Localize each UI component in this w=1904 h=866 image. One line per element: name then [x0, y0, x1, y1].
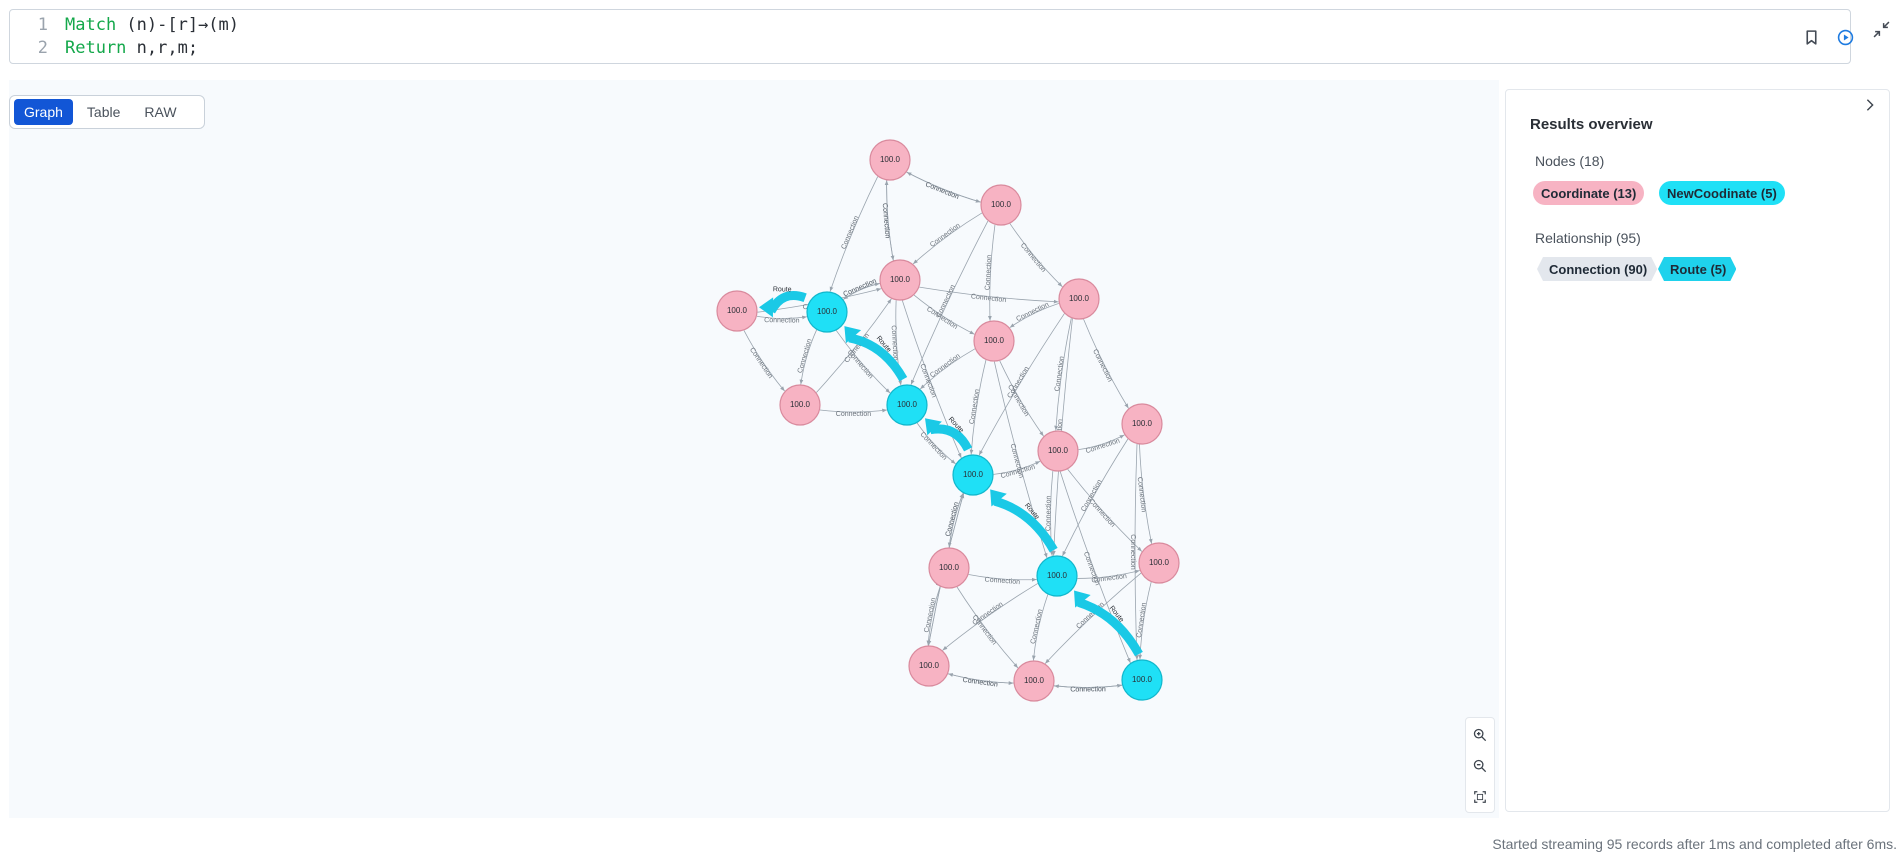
coordinate-node[interactable]: 100.0: [973, 320, 1015, 362]
route-arrowhead: [759, 297, 774, 318]
connection-edge-label: Connection: [1091, 348, 1113, 383]
coordinate-node[interactable]: 100.0: [928, 547, 970, 589]
node-caption: 100.0: [1132, 419, 1153, 428]
coordinate-node[interactable]: 100.0: [869, 139, 911, 181]
connection-edge-label: Connection: [840, 215, 860, 250]
status-message: Started streaming 95 records after 1ms a…: [1492, 836, 1897, 852]
coordinate-node[interactable]: 100.0: [980, 184, 1022, 226]
connection-edge-label: Connection: [945, 501, 961, 537]
coordinate-node[interactable]: 100.0: [908, 645, 950, 687]
connection-edge-label: Connection: [836, 411, 872, 418]
connection-edge-label: Connection: [929, 353, 962, 380]
connection-type-chip[interactable]: Connection (90): [1537, 257, 1657, 281]
chevron-right-icon[interactable]: [1860, 95, 1880, 115]
newcoodinate-node[interactable]: 100.0: [952, 454, 994, 496]
connection-edge-label: Connection: [1045, 496, 1052, 532]
zoom-in-icon[interactable]: [1466, 720, 1494, 750]
coordinate-node[interactable]: 100.0: [1013, 660, 1055, 702]
connection-edge-label: Connection: [962, 677, 998, 689]
coordinate-node[interactable]: 100.0: [1121, 403, 1163, 445]
coordinate-node[interactable]: 100.0: [1138, 542, 1180, 584]
coordinate-node[interactable]: 100.0: [779, 384, 821, 426]
connection-edge-label: Connection: [1054, 356, 1066, 392]
connection-edge-label: Connection: [1085, 438, 1121, 456]
node-caption: 100.0: [919, 661, 940, 670]
graph-visualization[interactable]: Connection Connection Connection Connection…: [0, 0, 1500, 820]
tab-raw[interactable]: RAW: [134, 99, 186, 125]
connection-edge-label: Connection: [969, 389, 981, 425]
view-switcher[interactable]: Graph Table RAW: [9, 95, 205, 129]
node-caption: 100.0: [1149, 558, 1170, 567]
fit-icon[interactable]: [1466, 782, 1494, 812]
connection-edge[interactable]: [912, 212, 983, 265]
node-caption: 100.0: [1024, 676, 1045, 685]
connection-edge-label: Connection: [924, 181, 960, 201]
zoom-out-icon[interactable]: [1466, 751, 1494, 781]
node-caption: 100.0: [897, 400, 918, 409]
connection-edge-label: Connection: [764, 317, 800, 324]
collapse-icon[interactable]: [1866, 14, 1896, 44]
connection-edge-label: Connection: [842, 278, 877, 299]
connection-edge-label: Connection: [984, 577, 1020, 587]
node-caption: 100.0: [984, 336, 1005, 345]
run-icon[interactable]: [1830, 22, 1860, 52]
connection-edge-label: Connection: [881, 203, 891, 239]
coordinate-node[interactable]: 100.0: [879, 259, 921, 301]
connection-edge-label: Connection: [1030, 609, 1044, 645]
newcoodinate-node[interactable]: 100.0: [1036, 555, 1078, 597]
newcoodinate-node[interactable]: 100.0: [806, 291, 848, 333]
connection-edge-label: Connection: [971, 293, 1007, 304]
connection-edge-label: Connection: [929, 222, 962, 249]
coordinate-label-pill[interactable]: Coordinate (13): [1533, 181, 1645, 205]
coordinate-node[interactable]: 100.0: [1037, 430, 1079, 472]
node-caption: 100.0: [880, 155, 901, 164]
node-caption: 100.0: [1132, 675, 1153, 684]
node-caption: 100.0: [939, 563, 960, 572]
tab-graph[interactable]: Graph: [14, 99, 73, 125]
route-edge[interactable]: [766, 291, 807, 314]
results-overview-panel: Results overview Nodes (18) Coordinate (…: [1505, 89, 1890, 812]
newcoodinate-node[interactable]: 100.0: [886, 384, 928, 426]
connection-edge-label: Connection: [1070, 686, 1106, 693]
connection-edge-label: Connection: [797, 338, 814, 374]
node-caption: 100.0: [1069, 294, 1090, 303]
newcoodinate-label-pill[interactable]: NewCoodinate (5): [1659, 181, 1785, 205]
node-caption: 100.0: [790, 400, 811, 409]
connection-edge-label: Connection: [748, 347, 774, 380]
results-title: Results overview: [1530, 116, 1653, 133]
node-caption: 100.0: [817, 307, 838, 316]
connection-edge-label: Connection: [1019, 242, 1047, 274]
newcoodinate-node[interactable]: 100.0: [1121, 659, 1163, 701]
nodes-count-label: Nodes (18): [1535, 153, 1605, 169]
tab-table[interactable]: Table: [77, 99, 130, 125]
connection-edge-label: Connection: [1129, 534, 1136, 570]
route-edge-label: Route: [773, 286, 792, 293]
zoom-controls: [1465, 717, 1495, 813]
node-caption: 100.0: [963, 470, 984, 479]
connection-edge-label: Connection: [919, 431, 948, 462]
bookmark-icon[interactable]: [1796, 22, 1826, 52]
connection-edge-label: Connection: [1136, 602, 1148, 638]
connection-edge-label: Connection: [935, 284, 956, 319]
connection-edge-label: Connection: [1136, 477, 1147, 513]
node-caption: 100.0: [727, 306, 748, 315]
coordinate-node[interactable]: 100.0: [1058, 278, 1100, 320]
connection-edge-label: Connection: [984, 255, 993, 291]
connection-edge-label: Connection: [924, 597, 938, 633]
connection-edge[interactable]: [829, 176, 879, 292]
relationship-count-label: Relationship (95): [1535, 230, 1641, 246]
node-caption: 100.0: [890, 275, 911, 284]
node-caption: 100.0: [1047, 571, 1068, 580]
route-type-chip[interactable]: Route (5): [1658, 257, 1736, 281]
connection-edge-label: Connection: [1015, 301, 1050, 323]
coordinate-node[interactable]: 100.0: [716, 290, 758, 332]
node-caption: 100.0: [991, 200, 1012, 209]
node-caption: 100.0: [1048, 446, 1069, 455]
